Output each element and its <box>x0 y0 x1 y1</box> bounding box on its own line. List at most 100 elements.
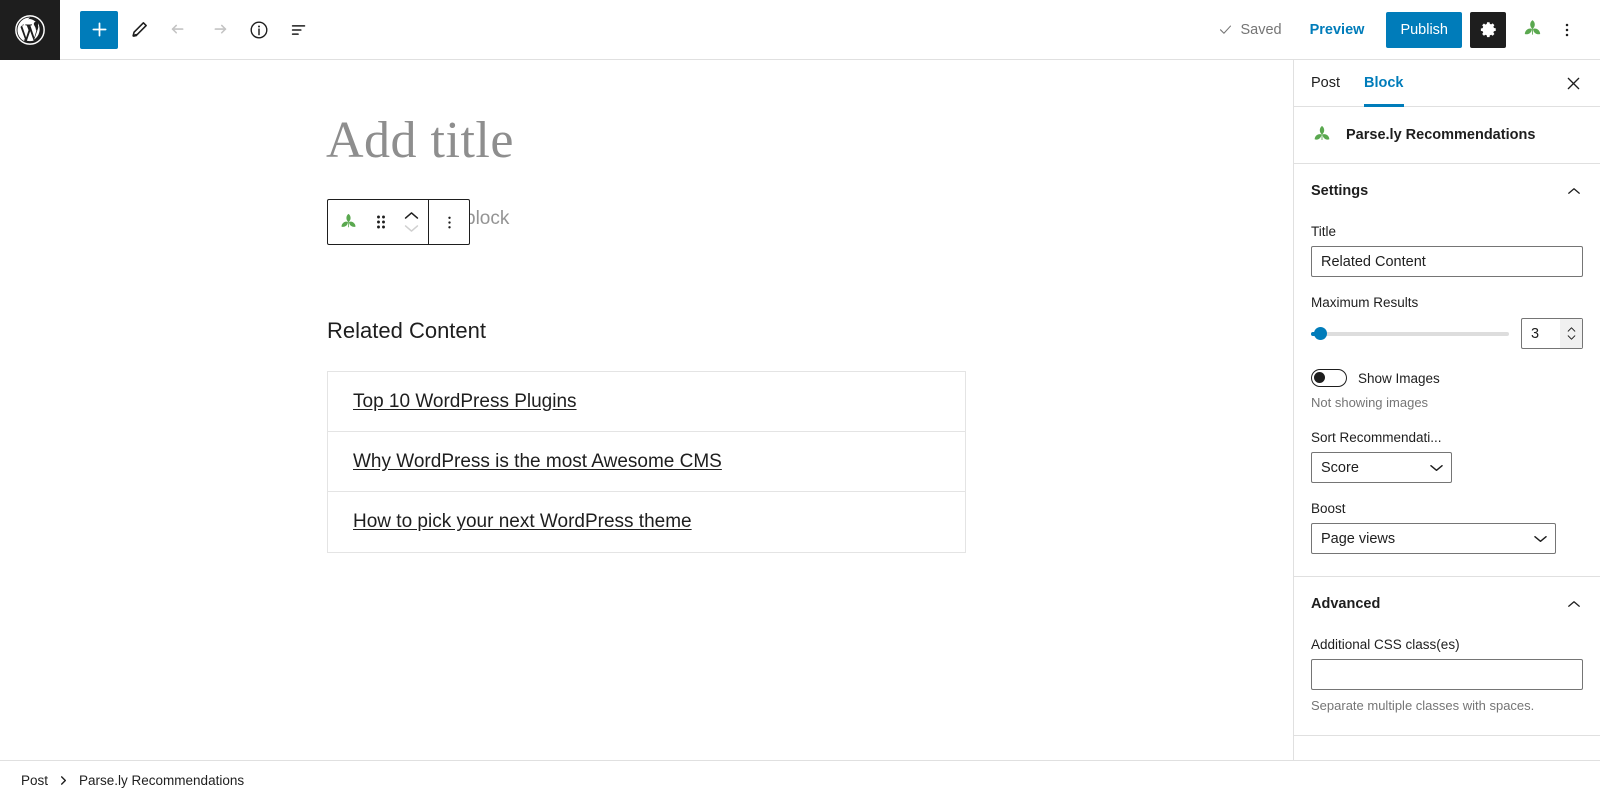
show-images-label: Show Images <box>1358 370 1440 386</box>
wordpress-block-editor: Saved Preview Publish Add title block Re… <box>0 0 1600 800</box>
block-movers <box>394 200 428 244</box>
editor-header: Saved Preview Publish <box>0 0 1600 60</box>
list-item[interactable]: Top 10 WordPress Plugins <box>328 372 965 432</box>
breadcrumb-item-post[interactable]: Post <box>21 773 48 788</box>
recommendation-link[interactable]: How to pick your next WordPress theme <box>353 511 692 533</box>
max-results-slider[interactable] <box>1311 325 1509 343</box>
vertical-ellipsis-icon <box>1565 23 1569 36</box>
redo-button[interactable] <box>200 11 238 49</box>
parsely-leaf-icon <box>341 213 355 227</box>
toggle-knob <box>1314 372 1325 383</box>
edit-mode-button[interactable] <box>120 11 158 49</box>
block-toolbar-main-group <box>328 200 428 244</box>
editor-canvas: Add title block Related Content Top 10 W… <box>0 60 1293 760</box>
plus-icon <box>92 22 106 37</box>
tab-block[interactable]: Block <box>1352 60 1416 107</box>
drag-handle-icon <box>377 215 385 229</box>
chevron-down-icon[interactable] <box>403 223 420 234</box>
saved-label: Saved <box>1240 21 1282 38</box>
chevron-down-icon[interactable] <box>1567 335 1576 340</box>
max-results-controls: 3 <box>1311 318 1583 349</box>
post-title-input[interactable]: Add title <box>326 115 514 167</box>
details-button[interactable] <box>240 11 278 49</box>
undo-button[interactable] <box>160 11 198 49</box>
max-results-stepper[interactable]: 3 <box>1521 318 1583 349</box>
vertical-ellipsis-icon <box>447 216 451 228</box>
block-toolbar-options-group <box>429 200 469 244</box>
chevron-up-icon[interactable] <box>403 210 420 221</box>
wordpress-logo-icon[interactable] <box>0 0 60 60</box>
chevron-right-icon <box>58 775 69 786</box>
sort-select[interactable]: Score <box>1311 452 1452 483</box>
close-x-icon <box>1567 77 1579 89</box>
breadcrumb-item-block[interactable]: Parse.ly Recommendations <box>79 773 244 788</box>
boost-group: Boost Page views <box>1311 501 1583 554</box>
list-item[interactable]: How to pick your next WordPress theme <box>328 492 965 552</box>
list-view-icon <box>291 24 306 35</box>
pencil-icon <box>132 21 147 37</box>
parsely-button[interactable] <box>1514 12 1550 48</box>
settings-panel-header[interactable]: Settings <box>1311 167 1583 214</box>
advanced-panel-header[interactable]: Advanced <box>1311 580 1583 627</box>
close-sidebar-button[interactable] <box>1556 66 1590 100</box>
sort-group: Sort Recommendati... Score <box>1311 430 1583 483</box>
css-classes-help: Separate multiple classes with spaces. <box>1311 698 1535 713</box>
title-field-group: Title <box>1311 224 1583 277</box>
show-images-row: Show Images <box>1311 369 1583 387</box>
advanced-panel: Advanced Additional CSS class(es) Separa… <box>1294 580 1600 736</box>
list-item[interactable]: Why WordPress is the most Awesome CMS <box>328 432 965 492</box>
boost-label: Boost <box>1311 501 1346 516</box>
stepper-arrows[interactable] <box>1560 319 1582 348</box>
advanced-panel-title: Advanced <box>1311 595 1381 612</box>
boost-select-wrap: Page views <box>1311 523 1556 554</box>
undo-arrow-icon <box>171 24 184 34</box>
block-info-card: Parse.ly Recommendations <box>1294 107 1600 164</box>
block-drag-handle[interactable] <box>368 200 394 244</box>
sort-select-wrap: Score <box>1311 452 1452 483</box>
settings-sidebar: Post Block Parse.ly Recommendations Sett… <box>1293 60 1600 760</box>
settings-button[interactable] <box>1470 11 1506 48</box>
breadcrumb: Post Parse.ly Recommendations <box>0 760 1600 800</box>
boost-select[interactable]: Page views <box>1311 523 1556 554</box>
add-block-button[interactable] <box>80 10 118 49</box>
recommendation-link[interactable]: Why WordPress is the most Awesome CMS <box>353 451 722 473</box>
css-classes-input[interactable] <box>1311 659 1583 690</box>
css-classes-label: Additional CSS class(es) <box>1311 637 1460 652</box>
redo-arrow-icon <box>214 24 227 34</box>
settings-panel-title: Settings <box>1311 182 1369 199</box>
chevron-up-icon[interactable] <box>1565 595 1583 613</box>
block-type-button[interactable] <box>328 200 368 244</box>
slider-track <box>1311 331 1509 336</box>
gear-icon <box>1480 22 1496 38</box>
show-images-help: Not showing images <box>1311 395 1429 410</box>
chevron-up-icon[interactable] <box>1565 182 1583 200</box>
parsely-leaf-icon <box>1314 126 1330 140</box>
max-results-label: Maximum Results <box>1311 295 1419 310</box>
sort-label: Sort Recommendati... <box>1311 430 1442 445</box>
list-view-button[interactable] <box>280 11 318 49</box>
recommendations-heading: Related Content <box>327 318 486 343</box>
recommendations-list: Top 10 WordPress Plugins Why WordPress i… <box>327 371 966 553</box>
chevron-up-icon[interactable] <box>1567 327 1576 332</box>
tab-post[interactable]: Post <box>1299 60 1352 106</box>
max-results-value: 3 <box>1531 325 1540 342</box>
slider-thumb[interactable] <box>1314 326 1327 340</box>
publish-button[interactable]: Publish <box>1386 11 1462 48</box>
title-input[interactable] <box>1311 246 1583 277</box>
css-classes-group: Additional CSS class(es) Separate multip… <box>1311 637 1583 713</box>
more-options-button[interactable] <box>1550 12 1584 48</box>
show-images-group: Show Images Not showing images <box>1311 369 1583 410</box>
saved-status: Saved <box>1204 22 1295 38</box>
block-placeholder-text: block <box>465 208 510 229</box>
checkmark-icon <box>1220 25 1232 34</box>
title-field-label: Title <box>1311 224 1337 239</box>
preview-button[interactable]: Preview <box>1296 22 1379 38</box>
block-name-label: Parse.ly Recommendations <box>1346 127 1536 143</box>
sidebar-tabs: Post Block <box>1294 60 1600 107</box>
show-images-toggle[interactable] <box>1311 369 1347 387</box>
header-actions: Saved Preview Publish <box>1204 11 1600 48</box>
block-options-button[interactable] <box>429 200 469 244</box>
max-results-group: Maximum Results 3 <box>1311 295 1583 349</box>
recommendation-link[interactable]: Top 10 WordPress Plugins <box>353 391 577 413</box>
parsely-leaf-icon <box>1524 20 1540 35</box>
